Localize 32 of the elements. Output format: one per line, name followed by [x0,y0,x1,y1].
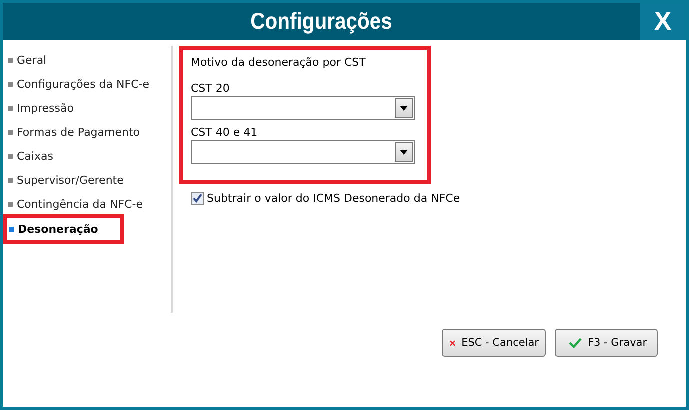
sidebar-item[interactable]: Formas de Pagamento [17,126,140,138]
bullet-icon [8,154,13,158]
bullet-icon [8,130,13,134]
dropdown-field[interactable] [191,96,415,120]
dropdown-field[interactable] [191,140,415,164]
caret-icon [400,150,408,154]
bullet-icon [8,178,13,182]
field-label: CST 20 [191,82,231,95]
sidebar-item[interactable]: Geral [17,54,47,66]
sidebar-item[interactable]: Impressão [17,102,74,114]
dropdown-button[interactable] [395,142,413,162]
section-title: Motivo da desoneração por CST [191,56,367,69]
sidebar-item[interactable]: Desoneração [18,222,98,236]
checkbox[interactable] [191,192,204,205]
save-button[interactable]: F3 - Gravar [555,329,658,357]
sidebar-item[interactable]: Contingência da NFC-e [17,198,143,210]
sidebar-item[interactable]: Supervisor/Gerente [17,174,124,186]
bullet-icon [8,58,13,62]
bullet-icon [8,202,13,206]
dropdown-button[interactable] [395,98,413,118]
cancel-button[interactable]: ESC - Cancelar [442,329,546,357]
bullet-icon [9,226,14,232]
checkmark-icon [569,338,582,348]
sidebar-item[interactable]: Caixas [17,150,54,162]
field-label: CST 40 e 41 [191,126,259,139]
checkbox-label: Subtrair o valor do ICMS Desonerado da NFCe [207,192,460,205]
window-title: Configurações [250,7,394,36]
close-button[interactable]: X [640,3,686,40]
caret-icon [400,106,408,110]
sidebar-item[interactable]: Configurações da NFC-e [17,78,150,90]
bullet-icon [8,106,13,110]
bullet-icon [8,82,13,86]
